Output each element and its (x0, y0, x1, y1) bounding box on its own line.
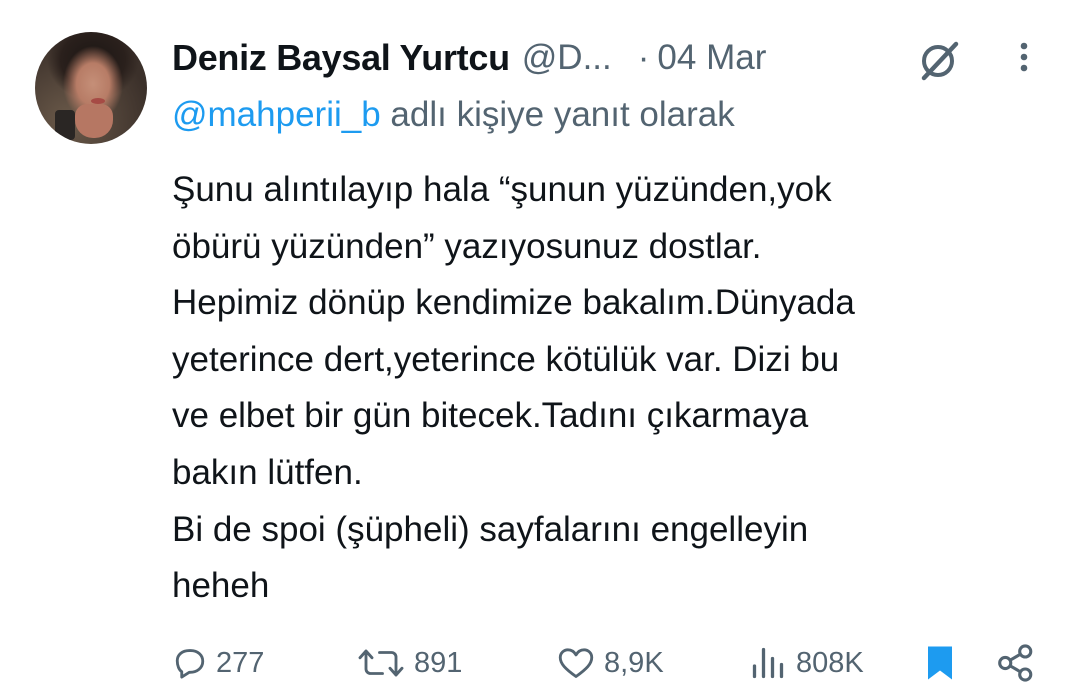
retweet-count: 891 (414, 646, 463, 679)
author-name[interactable]: Deniz Baysal Yurtcu (172, 37, 510, 79)
author-handle[interactable]: @D... (522, 38, 612, 78)
lips-shape (91, 98, 105, 104)
reply-button[interactable]: 277 (172, 638, 264, 688)
reply-context: @mahperii_b adlı kişiye yanıt olarak (172, 95, 735, 135)
tweet-body-line: heheh (172, 566, 270, 606)
share-button[interactable] (996, 638, 1036, 688)
reply-count: 277 (216, 646, 265, 679)
phone-shape (55, 110, 75, 140)
views-count: 808K (796, 646, 864, 679)
separator-dot: · (637, 38, 650, 77)
tweet-body-line: Bi de spoi (şüpheli) sayfalarını engelle… (172, 509, 809, 549)
tweet-body-line: öbürü yüzünden” yazıyosunuz dostlar. (172, 226, 762, 266)
reply-to-mention[interactable]: @mahperii_b (172, 95, 381, 134)
tweet-body: Şunu alıntılayıp hala “şunun yüzünden,yo… (172, 162, 1032, 615)
like-count: 8,9K (604, 646, 664, 679)
like-button[interactable]: 8,9K (556, 638, 664, 688)
retweet-button[interactable]: 891 (356, 638, 462, 688)
heart-icon (558, 648, 594, 678)
share-icon (998, 644, 1033, 682)
tweet-actions: 277 891 8,9K 808K (0, 638, 1080, 688)
tweet-body-line: bakın lütfen. (172, 452, 363, 492)
tweet-body-line: Hepimiz dönüp kendimize bakalım.Dünyada (172, 283, 855, 323)
views-button[interactable]: 808K (748, 638, 864, 688)
tweet-header: Deniz Baysal Yurtcu @D... · 04 Mar (172, 36, 766, 80)
grok-icon[interactable] (914, 38, 966, 82)
tweet-body-line: yeterince dert,yeterince kötülük var. Di… (172, 339, 840, 379)
hand-shape (75, 104, 113, 138)
more-vertical-icon[interactable] (1012, 40, 1036, 76)
bookmark-icon (928, 646, 952, 680)
tweet-body-line: Şunu alıntılayıp hala “şunun yüzünden,yo… (172, 170, 832, 209)
avatar[interactable] (35, 32, 147, 144)
retweet-icon (358, 649, 404, 677)
reply-icon (175, 649, 205, 679)
tweet-date[interactable]: 04 Mar (657, 38, 766, 78)
tweet-body-line: ve elbet bir gün bitecek.Tadını çıkarmay… (172, 396, 809, 436)
bookmark-button[interactable] (922, 638, 958, 688)
views-icon (752, 647, 784, 679)
reply-to-suffix: adlı kişiye yanıt olarak (390, 95, 735, 134)
